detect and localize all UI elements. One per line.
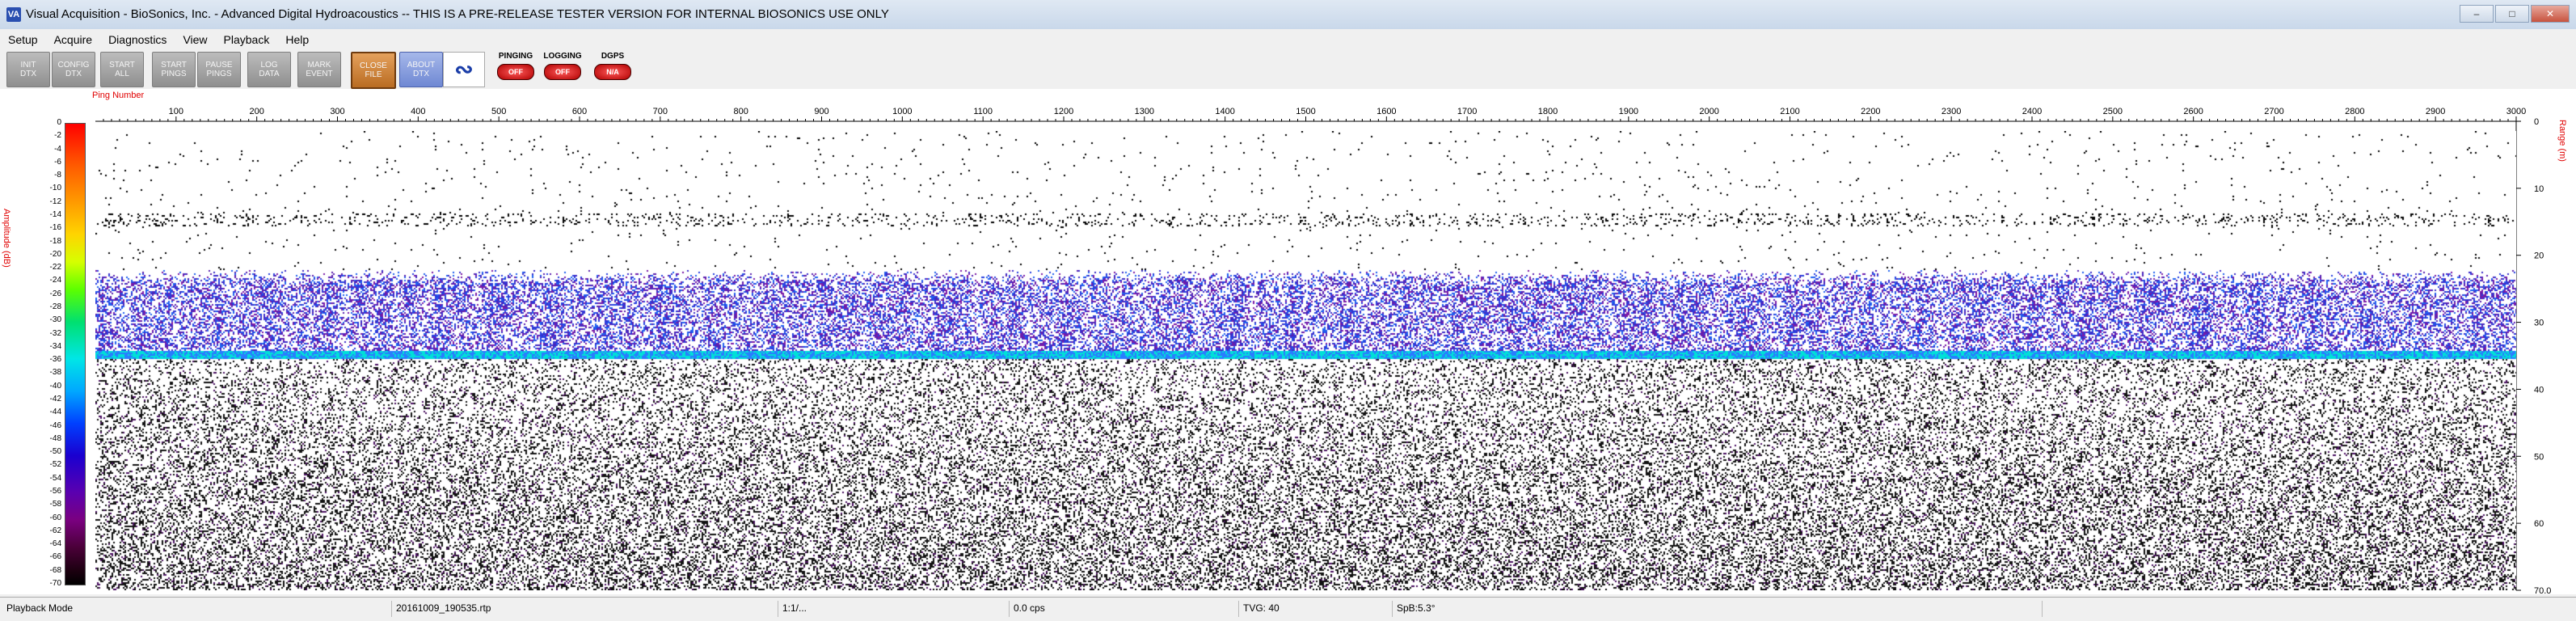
log-data-button[interactable]: LOG DATA	[247, 52, 291, 87]
close-window-button[interactable]: ✕	[2531, 5, 2570, 23]
about-dtx-button[interactable]: ABOUT DTX	[399, 52, 443, 87]
biosonics-logo-icon[interactable]: ∾	[443, 52, 485, 87]
status-file: 20161009_190535.rtp	[396, 602, 491, 614]
ping-tick-label: 100	[169, 107, 183, 116]
ping-tick-label: 1600	[1377, 107, 1396, 116]
status-bar: Playback Mode 20161009_190535.rtp 1:1/..…	[0, 597, 2576, 620]
maximize-button[interactable]: □	[2495, 5, 2529, 23]
toolbar: INIT DTX CONFIG DTX START ALL START PINGS PA…	[0, 52, 2576, 89]
ping-tick-label: 2700	[2264, 107, 2283, 116]
ping-tick-label: 200	[249, 107, 264, 116]
ping-tick-label: 1000	[892, 107, 912, 116]
range-tick-label: 10	[2534, 184, 2544, 194]
range-tick-label: 60	[2534, 519, 2544, 529]
ping-tick-label: 1100	[973, 107, 993, 116]
ping-tick-label: 2600	[2183, 107, 2203, 116]
window-controls: – □ ✕	[2460, 5, 2570, 23]
start-pings-button[interactable]: START PINGS	[152, 52, 196, 87]
ping-tick-label: 3000	[2506, 107, 2526, 116]
range-tick-label: 40	[2534, 385, 2544, 395]
range-tick-label: 0	[2534, 117, 2539, 127]
ping-tick-label: 1700	[1457, 107, 1477, 116]
menu-help[interactable]: Help	[285, 29, 309, 50]
start-all-button[interactable]: START ALL	[100, 52, 144, 87]
logging-indicator: OFF	[544, 64, 581, 80]
range-tick-label: 50	[2534, 452, 2544, 462]
ping-tick-label: 600	[572, 107, 587, 116]
menu-setup[interactable]: Setup	[8, 29, 38, 50]
range-tick-label: 30	[2534, 319, 2544, 328]
echogram-panel: Ping Number Amplitude (dB) Range (m) 0 -2…	[0, 89, 2576, 594]
dgps-indicator: N/A	[594, 64, 631, 80]
ping-tick-label: 1800	[1538, 107, 1558, 116]
app-icon: VA	[6, 7, 21, 22]
pause-pings-button[interactable]: PAUSE PINGS	[197, 52, 241, 87]
echogram-image[interactable]	[95, 131, 2516, 590]
title-bar: VA Visual Acquisition - BioSonics, Inc. …	[0, 0, 2576, 30]
range-tick-label: 20	[2534, 251, 2544, 261]
range-tick-label: 70.0	[2534, 586, 2551, 594]
config-dtx-button[interactable]: CONFIG DTX	[52, 52, 95, 87]
pinging-indicator: OFF	[497, 64, 534, 80]
status-tvg: TVG: 40	[1243, 602, 1280, 614]
ping-tick-label: 2100	[1780, 107, 1799, 116]
ping-tick-label: 1900	[1619, 107, 1638, 116]
close-file-button[interactable]: CLOSE FILE	[351, 52, 396, 89]
menu-bar: Setup Acquire Diagnostics View Playback …	[0, 29, 2576, 50]
ping-tick-label: 700	[653, 107, 668, 116]
ping-tick-label: 2200	[1861, 107, 1880, 116]
ping-tick-label: 1400	[1215, 107, 1234, 116]
ping-tick-label: 800	[733, 107, 748, 116]
status-mode: Playback Mode	[6, 602, 74, 614]
ping-tick-label: 2500	[2103, 107, 2123, 116]
window-title: Visual Acquisition - BioSonics, Inc. - A…	[26, 7, 889, 21]
status-rate: 0.0 cps	[1014, 602, 1045, 614]
ping-tick-label: 2000	[1699, 107, 1718, 116]
ping-tick-label: 500	[491, 107, 506, 116]
init-dtx-button[interactable]: INIT DTX	[6, 52, 50, 87]
logging-status: LOGGING OFF	[540, 52, 585, 80]
ping-tick-label: 2900	[2426, 107, 2445, 116]
mark-event-button[interactable]: MARK EVENT	[297, 52, 341, 87]
menu-diagnostics[interactable]: Diagnostics	[108, 29, 167, 50]
ping-tick-label: 1500	[1296, 107, 1315, 116]
status-ratio: 1:1/...	[782, 602, 807, 614]
ping-tick-label: 1300	[1135, 107, 1154, 116]
ping-tick-label: 2400	[2022, 107, 2042, 116]
dgps-status: DGPS N/A	[590, 52, 635, 80]
status-spb: SpB:5.3°	[1397, 602, 1436, 614]
ping-tick-label: 1200	[1054, 107, 1073, 116]
menu-playback[interactable]: Playback	[224, 29, 270, 50]
minimize-button[interactable]: –	[2460, 5, 2494, 23]
ping-tick-label: 900	[814, 107, 828, 116]
ping-tick-label: 400	[411, 107, 425, 116]
ping-tick-label: 2300	[1941, 107, 1961, 116]
ping-tick-label: 2800	[2345, 107, 2364, 116]
menu-acquire[interactable]: Acquire	[54, 29, 92, 50]
menu-view[interactable]: View	[183, 29, 207, 50]
ping-tick-label: 300	[330, 107, 344, 116]
pinging-status: PINGING OFF	[493, 52, 538, 80]
